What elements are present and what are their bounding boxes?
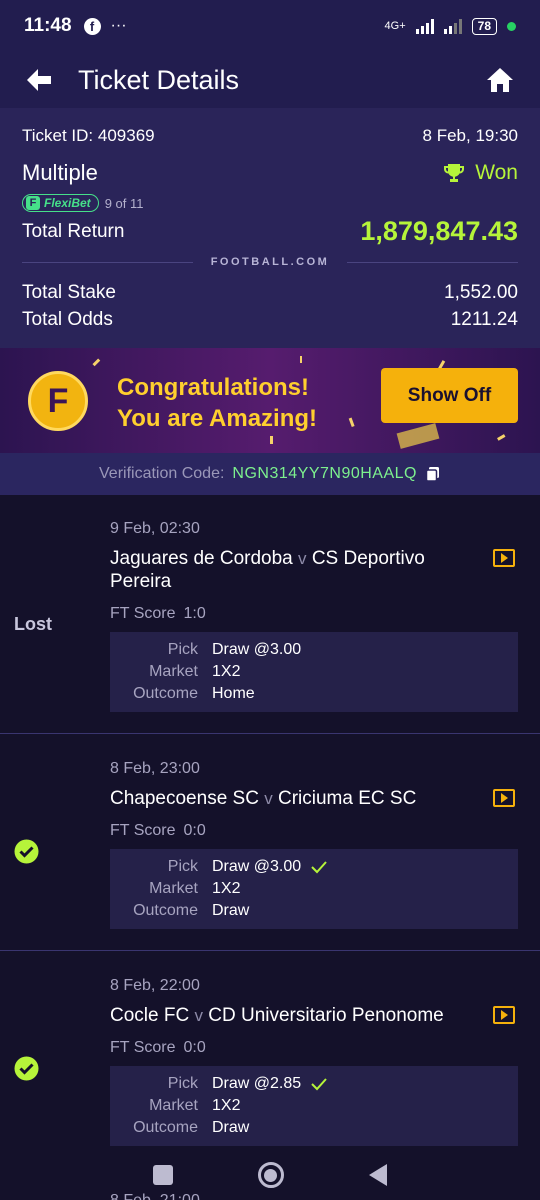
pick-correct-check-icon [311,861,327,874]
versus: v [194,1006,203,1025]
facebook-icon: f [83,17,101,35]
banner-message: Congratulations! You are Amazing! [117,372,317,434]
app-header: Ticket Details [0,52,540,108]
market-value: 1X2 [212,1097,241,1114]
market-label: Market [149,880,198,897]
verification-code: NGN314YY7N90HAALQ [232,465,417,482]
flexibet-logo-icon: F [26,196,40,210]
outcome-label: Outcome [133,1119,198,1136]
result-status: Won [443,161,518,185]
privacy-indicator-dot [507,21,516,31]
match-item[interactable]: 8 Feb, 22:00 Cocle FC v CD Universitario… [0,952,540,1168]
match-teams: Chapecoense SC v Criciuma EC SC [110,787,470,810]
market-value: 1X2 [212,880,241,897]
match-item[interactable]: Lost 9 Feb, 02:30 Jaguares de Cordoba v … [0,495,540,734]
battery-icon: 78 [471,17,497,35]
ft-score: FT Score 1:0 [110,605,206,622]
show-off-button[interactable]: Show Off [381,368,518,423]
pick-label: Pick [167,1075,198,1092]
away-team: Criciuma EC SC [278,788,417,809]
banner-line2: You are Amazing! [117,405,318,432]
back-button[interactable] [369,1164,388,1186]
network-type-label: 4G+ [384,20,406,32]
ft-score-value: 1:0 [183,605,206,622]
total-odds-label: Total Odds [22,309,113,330]
banner-line1: Congratulations! [117,374,309,401]
market-label: Market [149,1097,198,1114]
home-button[interactable] [257,1162,284,1188]
match-detail-icon[interactable] [493,789,515,807]
won-check-icon [14,1056,39,1081]
match-date: 8 Feb, 23:00 [110,760,200,777]
status-time: 11:48 [24,15,72,36]
flexibet-badge: F FlexiBet [22,194,99,212]
outcome-value: Home [212,685,255,702]
total-odds-value: 1211.24 [450,309,518,330]
versus: v [264,789,273,808]
match-teams: Jaguares de Cordoba v CS Deportivo Perei… [110,547,470,593]
signal-icon-secondary [443,18,462,34]
won-check-icon [14,839,39,864]
home-team: Chapecoense SC [110,788,259,809]
ft-score-value: 0:0 [183,822,206,839]
match-detail-icon[interactable] [493,1006,515,1024]
ft-score-value: 0:0 [183,1039,206,1056]
more-notifications-icon: ··· [110,17,127,34]
total-stake-value: 1,552.00 [444,282,518,303]
status-bar: 11:48 f ··· 4G+ 78 [0,0,540,52]
total-return-value: 1,879,847.43 [360,216,518,246]
flexibet-label: FlexiBet [44,196,91,210]
total-return-label: Total Return [22,220,125,242]
pick-value: Draw @2.85 [212,1075,302,1092]
ticket-datetime: 8 Feb, 19:30 [422,126,518,145]
ticket-summary: Ticket ID: 409369 8 Feb, 19:30 Multiple … [0,108,540,348]
verification-label: Verification Code: [99,465,225,482]
match-detail-icon[interactable] [493,549,515,567]
match-item[interactable]: 8 Feb, 23:00 Chapecoense SC v Criciuma E… [0,735,540,951]
outcome-value: Draw [212,902,250,919]
system-nav-bar [0,1150,540,1200]
bet-type: Multiple [22,160,98,185]
outcome-label: Outcome [133,902,198,919]
pick-label: Pick [167,641,198,658]
home-icon[interactable] [485,65,515,95]
football-logo-icon: F [28,371,88,431]
trophy-icon [444,164,465,182]
congratulations-banner: F Congratulations! You are Amazing! Show… [0,348,540,453]
market-value: 1X2 [212,663,241,680]
pick-details: Pick Draw @3.00 Market 1X2 Outcome Home [110,632,518,712]
result-label: Won [475,161,518,184]
brand-watermark: FOOTBALL.COM [210,256,330,268]
copy-icon[interactable] [425,466,441,482]
away-team: CD Universitario Penonome [208,1005,444,1026]
ticket-id: Ticket ID: 409369 [22,126,155,145]
back-arrow-icon[interactable] [24,65,54,95]
pick-correct-check-icon [311,1078,327,1091]
home-team: Jaguares de Cordoba [110,548,293,569]
brand-divider: FOOTBALL.COM [22,256,519,268]
match-date: 9 Feb, 02:30 [110,520,200,537]
market-label: Market [149,663,198,680]
home-team: Cocle FC [110,1005,190,1026]
pick-value: Draw @3.00 [212,641,302,658]
match-date: 8 Feb, 22:00 [110,977,200,994]
recent-apps-button[interactable] [152,1165,173,1185]
verification-row: Verification Code: NGN314YY7N90HAALQ [0,453,540,495]
outcome-label: Outcome [133,685,198,702]
ft-score: FT Score 0:0 [110,822,206,839]
versus: v [298,549,307,568]
ft-score: FT Score 0:0 [110,1039,206,1056]
outcome-value: Draw [212,1119,250,1136]
pick-details: Pick Draw @2.85 Market 1X2 Outcome Draw [110,1066,518,1146]
total-stake-label: Total Stake [22,282,116,303]
signal-icon [415,18,434,34]
pick-value: Draw @3.00 [212,858,302,875]
match-teams: Cocle FC v CD Universitario Penonome [110,1004,490,1027]
pick-label: Pick [167,858,198,875]
pick-details: Pick Draw @3.00 Market 1X2 Outcome Draw [110,849,518,929]
page-title: Ticket Details [78,64,240,95]
match-status-lost: Lost [14,614,52,634]
flexibet-count: 9 of 11 [104,195,144,211]
